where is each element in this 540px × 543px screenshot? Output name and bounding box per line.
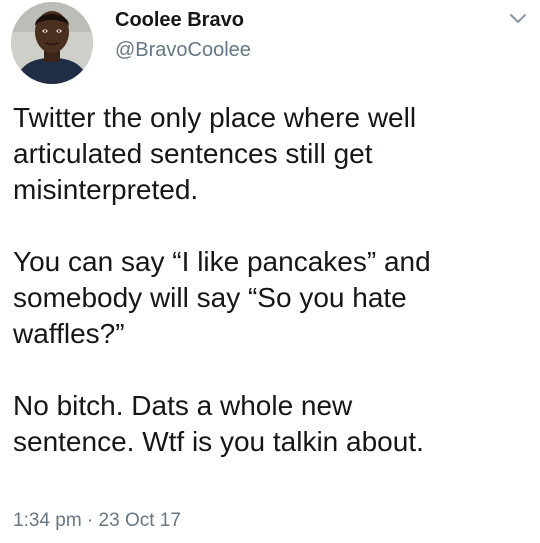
username-handle[interactable]: @BravoCoolee xyxy=(115,39,251,62)
chevron-down-icon[interactable] xyxy=(509,12,527,24)
tweet-text: Twitter the only place where well articu… xyxy=(13,100,533,460)
profile-photo xyxy=(11,2,93,84)
tweet-paragraph: You can say “I like pancakes” and somebo… xyxy=(13,246,431,349)
avatar[interactable] xyxy=(11,2,93,84)
tweet-timestamp[interactable]: 1:34 pm · 23 Oct 17 xyxy=(13,510,181,532)
display-name[interactable]: Coolee Bravo xyxy=(115,9,244,32)
tweet-paragraph: No bitch. Dats a whole new sentence. Wtf… xyxy=(13,390,424,457)
tweet-paragraph: Twitter the only place where well articu… xyxy=(13,102,417,205)
tweet: Coolee Bravo @BravoCoolee Twitter the on… xyxy=(0,0,540,543)
